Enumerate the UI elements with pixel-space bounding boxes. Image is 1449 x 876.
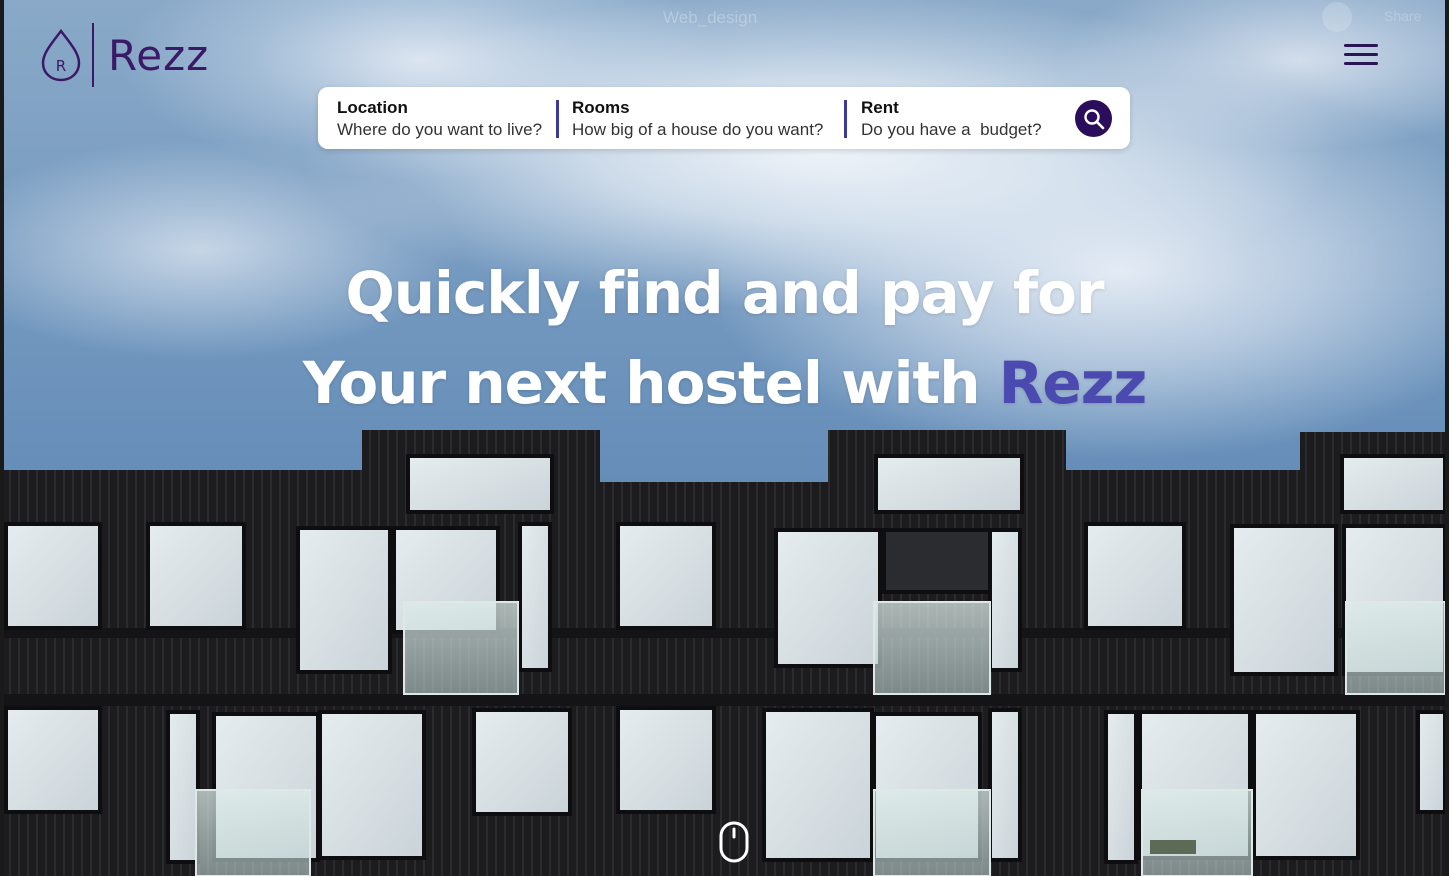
- search-bar: Location Where do you want to live? Room…: [318, 87, 1130, 149]
- location-input[interactable]: Where do you want to live?: [337, 118, 542, 142]
- rent-label: Rent: [861, 98, 899, 117]
- rent-field[interactable]: Rent Do you have a budget?: [861, 98, 1042, 142]
- rooms-label: Rooms: [572, 98, 630, 117]
- headline-line-2: Your next hostel with Rezz: [0, 338, 1449, 428]
- location-label: Location: [337, 98, 408, 117]
- headline-line-2-prefix: Your next hostel with: [302, 349, 999, 417]
- location-field[interactable]: Location Where do you want to live?: [337, 98, 542, 142]
- headline-line-1: Quickly find and pay for: [345, 259, 1104, 327]
- logo-text: Rezz: [108, 30, 210, 80]
- rent-input[interactable]: Do you have a budget?: [861, 118, 1042, 142]
- hero-headline: Quickly find and pay for Your next hoste…: [0, 248, 1449, 428]
- search-divider: [844, 100, 847, 138]
- ghost-avatar: [1322, 2, 1352, 32]
- logo-divider: [92, 23, 94, 87]
- logo-mark-letter: R: [56, 57, 66, 75]
- search-icon: [1083, 108, 1104, 129]
- rooms-field[interactable]: Rooms How big of a house do you want?: [572, 98, 823, 142]
- mouse-scroll-icon[interactable]: [719, 821, 749, 863]
- frame-edge-left: [0, 0, 4, 876]
- frame-edge-right: [1445, 0, 1449, 876]
- site-logo[interactable]: R Rezz: [38, 22, 209, 88]
- ghost-share-label: Share: [1384, 8, 1422, 24]
- document-watermark: Web_design: [663, 8, 758, 27]
- hamburger-menu-icon[interactable]: [1344, 42, 1380, 68]
- headline-brand: Rezz: [998, 349, 1148, 417]
- search-button[interactable]: [1075, 100, 1112, 137]
- droplet-logo-icon: R: [41, 28, 81, 82]
- rooms-input[interactable]: How big of a house do you want?: [572, 118, 823, 142]
- search-divider: [556, 100, 559, 138]
